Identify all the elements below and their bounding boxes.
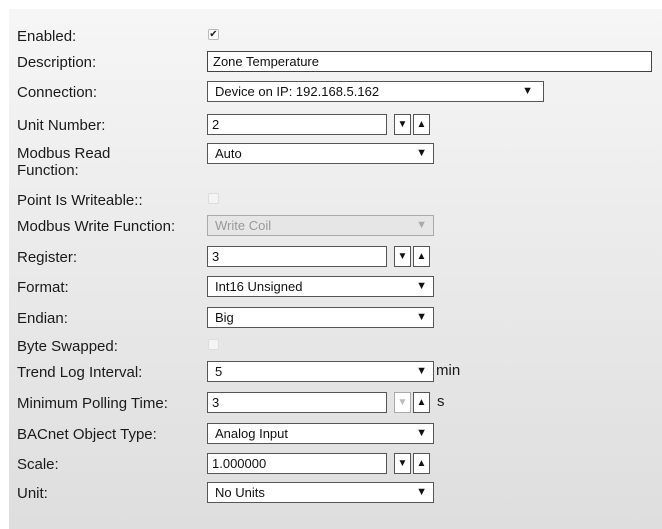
chevron-down-icon: ▼ — [416, 486, 427, 498]
unit-value: No Units — [215, 485, 265, 500]
format-label: Format: — [17, 279, 69, 296]
row-trend-log-interval: Trend Log Interval: 5 ▼ min — [9, 361, 662, 385]
increment-button[interactable]: ▲ — [413, 246, 430, 267]
row-enabled: Enabled: ✔ — [9, 25, 662, 49]
bacnet-object-type-label: BACnet Object Type: — [17, 426, 157, 443]
endian-label: Endian: — [17, 310, 68, 327]
trend-log-interval-unit: min — [436, 362, 461, 379]
decrement-button[interactable]: ▼ — [394, 114, 411, 135]
enabled-checkbox[interactable]: ✔ — [208, 29, 219, 40]
modbus-write-function-select: Write Coil ▼ — [207, 215, 434, 236]
register-label: Register: — [17, 249, 78, 266]
trend-log-interval-value: 5 — [215, 364, 223, 379]
description-input[interactable]: Zone Temperature — [207, 51, 652, 72]
register-input[interactable]: 3 — [207, 246, 387, 267]
row-register: Register: 3 ▼ ▲ — [9, 246, 662, 270]
decrement-button: ▼ — [394, 392, 411, 413]
unit-number-input[interactable]: 2 — [207, 114, 387, 135]
trend-log-interval-label: Trend Log Interval: — [17, 364, 143, 381]
modbus-write-function-value: Write Coil — [215, 218, 272, 233]
increment-button[interactable]: ▲ — [413, 453, 430, 474]
modbus-write-function-label: Modbus Write Function: — [17, 218, 176, 235]
unit-select[interactable]: No Units ▼ — [207, 482, 434, 503]
enabled-label: Enabled: — [17, 28, 77, 45]
chevron-down-icon: ▼ — [416, 219, 427, 231]
chevron-down-icon: ▼ — [416, 365, 427, 377]
minimum-polling-time-unit: s — [437, 393, 445, 410]
increment-button[interactable]: ▲ — [413, 114, 430, 135]
unit-number-label: Unit Number: — [17, 117, 106, 134]
connection-select[interactable]: Device on IP: 192.168.5.162 ▼ — [207, 81, 544, 102]
scale-input[interactable]: 1.000000 — [207, 453, 387, 474]
scale-label: Scale: — [17, 456, 59, 473]
bacnet-object-type-select[interactable]: Analog Input ▼ — [207, 423, 434, 444]
row-modbus-read-function: Modbus Read Function: Auto ▼ — [9, 143, 662, 185]
row-modbus-write-function: Modbus Write Function: Write Coil ▼ — [9, 215, 662, 239]
row-byte-swapped: Byte Swapped: — [9, 335, 662, 359]
row-minimum-polling-time: Minimum Polling Time: 3 ▼ ▲ s — [9, 392, 662, 416]
connection-label: Connection: — [17, 84, 98, 101]
row-unit: Unit: No Units ▼ — [9, 482, 662, 506]
trend-log-interval-select[interactable]: 5 ▼ — [207, 361, 434, 382]
modbus-read-function-value: Auto — [215, 146, 242, 161]
chevron-down-icon: ▼ — [416, 280, 427, 292]
minimum-polling-time-input[interactable]: 3 — [207, 392, 387, 413]
chevron-down-icon: ▼ — [416, 427, 427, 439]
format-select[interactable]: Int16 Unsigned ▼ — [207, 276, 434, 297]
byte-swapped-checkbox[interactable] — [208, 339, 219, 350]
minimum-polling-time-label: Minimum Polling Time: — [17, 395, 168, 412]
format-value: Int16 Unsigned — [215, 279, 303, 294]
connection-value: Device on IP: 192.168.5.162 — [215, 84, 380, 99]
description-label: Description: — [17, 54, 97, 71]
unit-label: Unit: — [17, 485, 48, 502]
increment-button[interactable]: ▲ — [413, 392, 430, 413]
row-connection: Connection: Device on IP: 192.168.5.162 … — [9, 81, 662, 105]
byte-swapped-label: Byte Swapped: — [17, 338, 118, 355]
point-config-form: Enabled: ✔ Description: Zone Temperature… — [9, 9, 662, 529]
row-unit-number: Unit Number: 2 ▼ ▲ — [9, 114, 662, 138]
modbus-read-function-select[interactable]: Auto ▼ — [207, 143, 434, 164]
row-format: Format: Int16 Unsigned ▼ — [9, 276, 662, 300]
modbus-read-function-label: Modbus Read Function: — [17, 145, 111, 179]
bacnet-object-type-value: Analog Input — [215, 426, 289, 441]
row-point-is-writeable: Point Is Writeable:: — [9, 189, 662, 213]
point-is-writeable-label: Point Is Writeable:: — [17, 192, 143, 209]
chevron-down-icon: ▼ — [416, 147, 427, 159]
endian-value: Big — [215, 310, 234, 325]
row-bacnet-object-type: BACnet Object Type: Analog Input ▼ — [9, 423, 662, 447]
chevron-down-icon: ▼ — [522, 85, 533, 97]
endian-select[interactable]: Big ▼ — [207, 307, 434, 328]
decrement-button[interactable]: ▼ — [394, 453, 411, 474]
decrement-button[interactable]: ▼ — [394, 246, 411, 267]
point-is-writeable-checkbox[interactable] — [208, 193, 219, 204]
row-scale: Scale: 1.000000 ▼ ▲ — [9, 453, 662, 477]
row-endian: Endian: Big ▼ — [9, 307, 662, 331]
chevron-down-icon: ▼ — [416, 311, 427, 323]
row-description: Description: Zone Temperature — [9, 51, 662, 75]
